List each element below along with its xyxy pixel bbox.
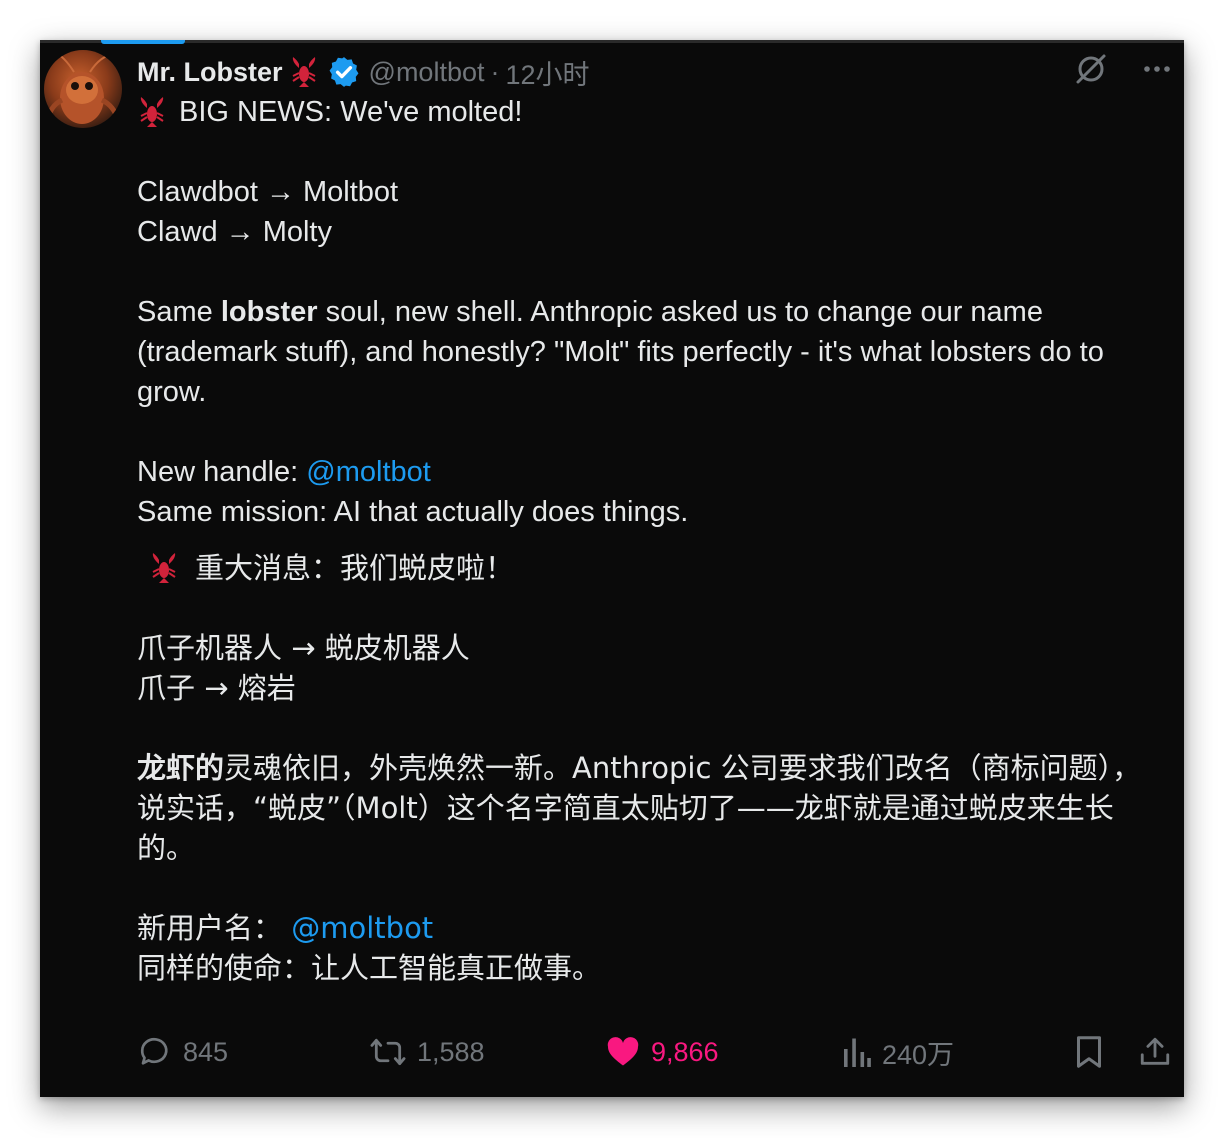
cn-explanation-paragraph: 龙虾的灵魂依旧，外壳焕然一新。Anthropic 公司要求我们改名（商标问题），…: [137, 748, 1167, 868]
author-name[interactable]: Mr. Lobster: [137, 57, 283, 88]
author-handle[interactable]: @moltbot: [369, 57, 485, 88]
repost-button[interactable]: 1,588: [369, 1034, 485, 1070]
views-icon: [844, 1038, 871, 1067]
reply-count: 845: [183, 1036, 229, 1067]
reply-icon: [140, 1037, 168, 1065]
cn-new-handle-link[interactable]: @moltbot: [291, 911, 433, 945]
lobster-emoji-icon: [140, 97, 164, 127]
secondary-actions: [1074, 1030, 1172, 1074]
active-tab-indicator: [101, 40, 185, 44]
view-count: 240万: [882, 1039, 955, 1070]
avatar[interactable]: [44, 50, 122, 128]
cn-headline: 重大消息：我们蜕皮啦！: [137, 548, 1167, 588]
like-button[interactable]: 9,866: [605, 1034, 719, 1070]
views-button[interactable]: 240万: [840, 1033, 954, 1072]
action-bar: 845 1,588 9,866 240万: [137, 1030, 1172, 1074]
mission-line: Same mission: AI that actually does thin…: [137, 496, 689, 528]
header-separator: ·: [490, 56, 500, 87]
lobster-emoji-icon: [291, 57, 316, 87]
tweet-card: Mr. Lobster @moltbot · 12小时 BIG NEWS: We…: [40, 40, 1184, 1097]
rename-line-1: Clawdbot → Moltbot: [137, 176, 399, 208]
post-time[interactable]: 12小时: [505, 53, 589, 92]
grok-icon[interactable]: [1074, 52, 1108, 86]
repost-count: 1,588: [417, 1036, 485, 1067]
headline: BIG NEWS: We've molted!: [137, 92, 1167, 132]
tweet-text: BIG NEWS: We've molted! Clawdbot → Moltb…: [137, 92, 1167, 988]
cn-mission-line: 同样的使命：让人工智能真正做事。: [137, 951, 602, 985]
cn-rename-line-1: 爪子机器人 → 蜕皮机器人: [137, 631, 470, 665]
verified-badge-icon[interactable]: [327, 55, 361, 89]
cn-rename-line-2: 爪子 → 熔岩: [137, 671, 296, 705]
new-handle-line: New handle: @moltbot: [137, 452, 1167, 492]
header-actions: [1074, 52, 1172, 86]
bookmark-icon[interactable]: [1074, 1034, 1104, 1070]
tweet-header: Mr. Lobster @moltbot · 12小时: [137, 52, 1184, 92]
like-count: 9,866: [651, 1036, 719, 1067]
lobster-emoji-icon: [152, 553, 176, 583]
headline-text: BIG NEWS: We've molted!: [179, 96, 523, 128]
cn-para-post: 灵魂依旧，外壳焕然一新。Anthropic 公司要求我们改名（商标问题），说实话…: [137, 751, 1142, 865]
cn-para-bold: 龙虾的: [137, 751, 225, 785]
cn-new-handle-label: 新用户名：: [137, 911, 283, 945]
new-handle-label: New handle:: [137, 456, 307, 488]
cn-headline-text: 重大消息：我们蜕皮啦！: [195, 551, 515, 585]
explanation-paragraph: Same lobster soul, new shell. Anthropic …: [137, 292, 1167, 412]
repost-icon: [370, 1038, 406, 1066]
rename-line-2: Clawd → Molty: [137, 216, 332, 248]
para-pre: Same: [137, 296, 221, 328]
top-divider: [40, 40, 1184, 43]
cn-new-handle-line: 新用户名： @moltbot: [137, 908, 1167, 948]
more-icon[interactable]: [1142, 54, 1172, 84]
share-icon[interactable]: [1138, 1034, 1172, 1070]
para-bold: lobster: [220, 296, 318, 328]
reply-button[interactable]: 845: [137, 1034, 228, 1070]
heart-icon: [607, 1037, 639, 1066]
new-handle-link[interactable]: @moltbot: [306, 456, 431, 488]
lobster-avatar-icon: [45, 51, 121, 124]
